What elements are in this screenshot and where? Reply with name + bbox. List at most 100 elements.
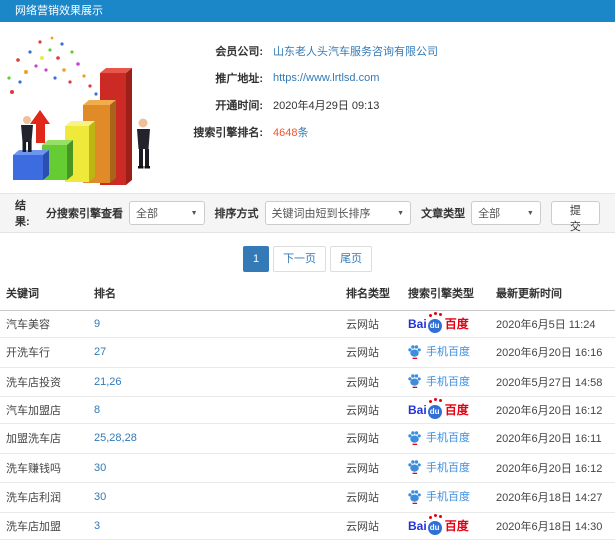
mobile-baidu-icon: 手机百度: [408, 488, 470, 504]
keyword-cell: 洗车赚钱吗: [0, 453, 88, 483]
rank-cell: 30: [88, 453, 340, 483]
company-label: 会员公司:: [215, 45, 263, 58]
engine-cell: Bai du 百度: [402, 310, 490, 338]
rank-link[interactable]: 3: [94, 520, 100, 532]
bar-blue: [13, 150, 49, 180]
sort-select[interactable]: 关键词由短到长排序 ▼: [264, 201, 412, 225]
growth-chart-image: [7, 36, 150, 185]
keyword-cell: 汽车美容: [0, 310, 88, 338]
table-row: 汽车加盟店 8 云网站 Bai du 百度 2020年6月20日 16:12: [0, 396, 615, 424]
table-row: 加盟洗车店 25,28,28 云网站 手机百度 2020年6月20日 16:11: [0, 423, 615, 454]
keyword-cell: 洗车店加盟: [0, 512, 88, 540]
updated-cell: 2020年6月20日 16:16: [490, 337, 615, 368]
rank-type-cell: 云网站: [340, 453, 402, 483]
column-header-rank: 排名: [88, 276, 340, 311]
rank-type-cell: 云网站: [340, 512, 402, 540]
confetti-dots: [7, 36, 98, 96]
open-time-value: 2020年4月29日 09:13: [273, 99, 380, 112]
updated-cell: 2020年6月5日 11:24: [490, 310, 615, 338]
rank-link[interactable]: 25,28,28: [94, 432, 137, 444]
keyword-cell: 洗车店投资: [0, 367, 88, 397]
paw-icon: [408, 489, 421, 504]
keyword-cell: 洗车店利润: [0, 482, 88, 513]
chevron-down-icon: ▼: [526, 209, 534, 217]
paw-toes-icon: [428, 314, 432, 317]
page-header: 网络营销效果展示: [0, 0, 615, 22]
table-row: 洗车店利润 30 云网站 手机百度 2020年6月18日 14:27: [0, 482, 615, 513]
table-header: 关键词 排名 排名类型 搜索引擎类型 最新更新时间: [0, 276, 615, 311]
promo-url-label: 推广地址:: [215, 72, 263, 85]
mobile-baidu-icon: 手机百度: [408, 373, 470, 389]
engine-filter-label: 分搜索引擎查看: [46, 208, 123, 220]
sort-label: 排序方式: [214, 208, 259, 220]
rank-type-cell: 云网站: [340, 337, 402, 368]
engine-cell: 手机百度: [402, 453, 490, 483]
page-1-button[interactable]: 1: [242, 246, 270, 272]
rank-type-cell: 云网站: [340, 396, 402, 424]
rank-cell: 25,28,28: [88, 423, 340, 454]
keyword-cell: 加盟洗车店: [0, 423, 88, 454]
rank-type-cell: 云网站: [340, 482, 402, 513]
table-body: 汽车美容 9 云网站 Bai du 百度 2020年6月5日 11:24 开洗车行 27 云网站手…: [0, 310, 615, 540]
rank-unit: 条: [297, 126, 309, 139]
rank-link[interactable]: 27: [94, 346, 106, 358]
businessman-left: [21, 116, 33, 152]
table-row: 洗车赚钱吗 30 云网站 手机百度 2020年6月20日 16:12: [0, 453, 615, 483]
engine-cell: 手机百度: [402, 423, 490, 454]
businessman-right: [137, 118, 150, 169]
info-row-company: 会员公司: 山东老人头汽车服务咨询有限公司: [185, 37, 438, 64]
engine-cell: 手机百度: [402, 337, 490, 368]
company-link[interactable]: 山东老人头汽车服务咨询有限公司: [273, 43, 438, 59]
engine-cell: 手机百度: [402, 367, 490, 397]
rank-type-cell: 云网站: [340, 367, 402, 397]
engine-rank-value[interactable]: 4648条: [273, 124, 308, 140]
info-row-rank: 搜索引擎排名: 4648条: [185, 118, 438, 145]
engine-cell: Bai du 百度: [402, 396, 490, 424]
result-label: 结果:: [15, 200, 30, 228]
member-info-list: 会员公司: 山东老人头汽车服务咨询有限公司 推广地址: https://www.…: [185, 22, 438, 145]
paw-icon: [408, 374, 421, 388]
chevron-down-icon: ▼: [190, 209, 198, 217]
paw-icon: [408, 460, 421, 474]
promo-url-link[interactable]: https://www.lrtlsd.com: [273, 72, 379, 84]
last-page-button[interactable]: 尾页: [330, 246, 373, 272]
filter-bar: 结果: 分搜索引擎查看 全部 ▼ 排序方式 关键词由短到长排序 ▼ 文章类型 全…: [0, 193, 615, 233]
rank-cell: 30: [88, 482, 340, 513]
engine-filter-select[interactable]: 全部 ▼: [129, 201, 205, 225]
paw-icon: [408, 344, 421, 359]
rank-link[interactable]: 8: [94, 404, 100, 416]
rank-link[interactable]: 21,26: [94, 376, 122, 388]
page-title: 网络营销效果展示: [15, 5, 103, 17]
rank-link[interactable]: 30: [94, 462, 106, 474]
rank-link[interactable]: 9: [94, 318, 100, 330]
paw-icon: [408, 430, 421, 445]
table-row: 汽车美容 9 云网站 Bai du 百度 2020年6月5日 11:24: [0, 310, 615, 338]
up-arrow-icon: [30, 110, 50, 143]
baidu-logo-icon: Bai du 百度: [408, 400, 469, 419]
next-page-button[interactable]: 下一页: [273, 246, 327, 272]
info-section: 会员公司: 山东老人头汽车服务咨询有限公司 推广地址: https://www.…: [0, 22, 615, 193]
keyword-cell: 开洗车行: [0, 337, 88, 368]
table-row: 洗车店投资 21,26 云网站 手机百度 2020年5月27日 14:58: [0, 367, 615, 397]
updated-cell: 2020年6月18日 14:30: [490, 512, 615, 540]
keyword-cell: 汽车加盟店: [0, 396, 88, 424]
article-type-selected: 全部: [478, 208, 501, 220]
rank-link[interactable]: 30: [94, 491, 106, 503]
sort-selected: 关键词由短到长排序: [271, 208, 371, 220]
rank-cell: 9: [88, 310, 340, 338]
table-row: 开洗车行 27 云网站 手机百度 2020年6月20日 16:16: [0, 337, 615, 368]
info-row-open-time: 开通时间: 2020年4月29日 09:13: [185, 91, 438, 118]
submit-button[interactable]: 提交: [550, 201, 600, 233]
mobile-baidu-icon: 手机百度: [408, 459, 470, 475]
engine-rank-label: 搜索引擎排名:: [193, 126, 263, 139]
chevron-down-icon: ▼: [397, 209, 405, 217]
column-header-keyword: 关键词: [0, 276, 88, 311]
engine-filter-selected: 全部: [136, 208, 158, 220]
column-header-rank-type: 排名类型: [340, 276, 402, 311]
engine-cell: 手机百度: [402, 482, 490, 513]
rank-cell: 8: [88, 396, 340, 424]
article-type-select[interactable]: 全部 ▼: [471, 201, 541, 225]
rank-cell: 21,26: [88, 367, 340, 397]
paw-toes-icon: [428, 515, 432, 519]
ranking-table: 关键词 排名 排名类型 搜索引擎类型 最新更新时间 汽车美容 9 云网站 Bai du 百…: [0, 276, 615, 540]
